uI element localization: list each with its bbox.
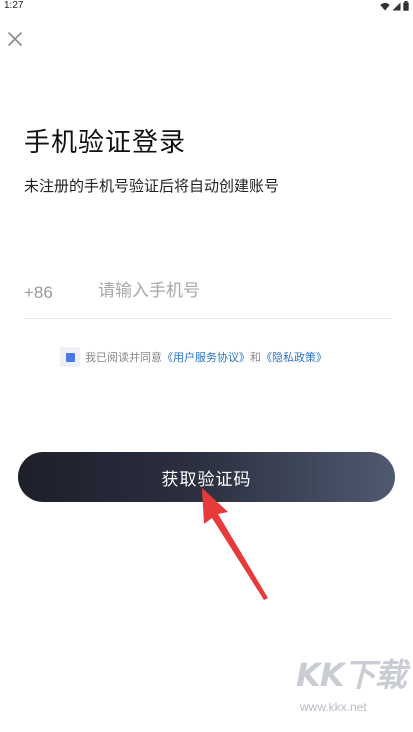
country-code[interactable]: +86 (24, 283, 53, 303)
red-arrow-annotation (202, 488, 268, 600)
watermark-url: www.kkx.net (300, 700, 367, 714)
close-button[interactable] (4, 28, 26, 50)
privacy-policy-link[interactable]: 《隐私政策》 (261, 349, 327, 365)
checkbox-checked-mark (65, 352, 75, 362)
user-agreement-link[interactable]: 《用户服务协议》 (162, 349, 250, 365)
page-subtitle: 未注册的手机号验证后将自动创建账号 (24, 177, 280, 195)
status-icons (380, 1, 409, 11)
status-bar: 1:27 (0, 0, 413, 14)
page-title: 手机验证登录 (24, 128, 187, 158)
wifi-icon (380, 2, 390, 10)
battery-icon (403, 1, 409, 11)
phone-input[interactable] (98, 276, 378, 306)
agreement-conjunction: 和 (250, 351, 261, 364)
phone-input-row: +86 (24, 270, 392, 319)
watermark-logo: KK下载 (296, 656, 407, 694)
agreement-row: 我已阅读并同意 《用户服务协议》 和 《隐私政策》 (60, 346, 327, 368)
status-time: 1:27 (4, 0, 24, 11)
watermark: KK下载 www.kkx.net (296, 650, 410, 730)
close-icon (8, 32, 22, 46)
get-code-button[interactable]: 获取验证码 (18, 452, 395, 502)
agreement-prefix: 我已阅读并同意 (85, 351, 162, 364)
agreement-checkbox[interactable] (60, 347, 80, 367)
signal-icon (392, 2, 401, 10)
